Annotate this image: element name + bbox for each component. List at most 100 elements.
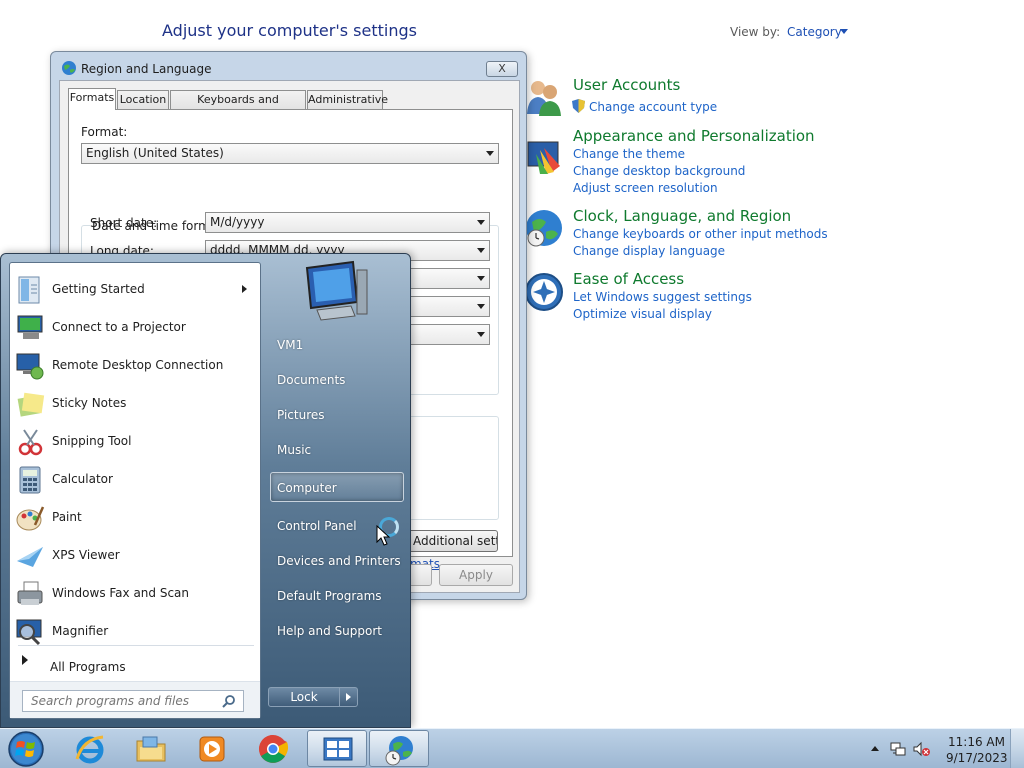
link-let-windows-suggest[interactable]: Let Windows suggest settings xyxy=(573,290,752,304)
user-accounts-icon[interactable] xyxy=(524,76,564,116)
chevron-down-icon xyxy=(477,248,485,253)
category-ease-of-access[interactable]: Ease of Access xyxy=(573,270,684,288)
link-change-display-language[interactable]: Change display language xyxy=(573,244,725,258)
start-item-help-support[interactable]: Help and Support xyxy=(277,624,382,638)
close-button[interactable]: X xyxy=(486,61,518,77)
apply-button[interactable]: Apply xyxy=(439,564,513,586)
taskbar-internet-explorer[interactable] xyxy=(60,730,120,767)
start-menu: Getting Started Connect to a Projector R… xyxy=(0,253,411,728)
region-globe-icon xyxy=(385,736,413,766)
program-label: Windows Fax and Scan xyxy=(52,586,190,600)
all-programs-button[interactable]: All Programs xyxy=(50,660,126,674)
tab-location[interactable]: Location xyxy=(117,90,169,109)
program-label: Remote Desktop Connection xyxy=(52,358,224,372)
all-programs-arrow-icon[interactable] xyxy=(22,655,28,665)
shutdown-options-button[interactable] xyxy=(340,687,358,707)
calculator-icon xyxy=(19,466,41,494)
xps-viewer-icon xyxy=(17,547,43,567)
lock-button[interactable]: Lock xyxy=(268,687,340,707)
program-label: Sticky Notes xyxy=(52,396,127,410)
globe-icon xyxy=(62,61,76,75)
control-panel-icon xyxy=(323,737,353,761)
program-fax-scan[interactable]: Windows Fax and Scan xyxy=(10,575,260,613)
media-player-icon xyxy=(199,736,225,762)
view-by-chevron-icon[interactable] xyxy=(840,29,848,34)
appearance-icon[interactable] xyxy=(524,136,564,176)
show-desktop-button[interactable] xyxy=(1010,729,1024,768)
program-label: Magnifier xyxy=(52,624,109,638)
submenu-arrow-icon xyxy=(242,285,247,293)
network-icon[interactable] xyxy=(890,741,906,757)
program-getting-started[interactable]: Getting Started xyxy=(10,271,260,309)
ease-of-access-icon[interactable] xyxy=(524,272,564,312)
clock-time[interactable]: 11:16 AM xyxy=(948,735,1005,749)
show-hidden-icons-arrow-icon[interactable] xyxy=(871,746,879,751)
program-connect-projector[interactable]: Connect to a Projector xyxy=(10,309,260,347)
program-label: Snipping Tool xyxy=(52,434,132,448)
taskbar-media-player[interactable] xyxy=(182,730,242,767)
mouse-pointer-icon xyxy=(376,525,390,546)
program-sticky-notes[interactable]: Sticky Notes xyxy=(10,385,260,423)
program-snipping-tool[interactable]: Snipping Tool xyxy=(10,423,260,461)
category-user-accounts[interactable]: User Accounts xyxy=(573,76,680,94)
clock-date[interactable]: 9/17/2023 xyxy=(946,751,1008,765)
dialog-title: Region and Language xyxy=(81,62,212,76)
clock-language-region-icon[interactable] xyxy=(524,208,564,248)
start-item-control-panel[interactable]: Control Panel xyxy=(277,519,357,533)
internet-explorer-icon xyxy=(75,735,104,764)
tab-administrative[interactable]: Administrative xyxy=(307,90,388,109)
projector-icon xyxy=(17,315,43,339)
view-by-dropdown[interactable]: Category xyxy=(787,25,842,39)
start-item-default-programs[interactable]: Default Programs xyxy=(277,589,382,603)
taskbar: 11:16 AM 9/17/2023 xyxy=(0,728,1024,768)
start-menu-programs-pane: Getting Started Connect to a Projector R… xyxy=(9,262,261,719)
divider xyxy=(18,645,254,646)
magnifier-icon xyxy=(16,619,42,646)
taskbar-windows-explorer[interactable] xyxy=(121,730,181,767)
short-date-dropdown[interactable]: M/d/yyyy xyxy=(205,212,490,233)
start-item-computer[interactable]: Computer xyxy=(277,481,337,495)
start-item-music[interactable]: Music xyxy=(277,443,311,457)
start-item-documents[interactable]: Documents xyxy=(277,373,345,387)
chrome-icon xyxy=(259,735,289,763)
program-label: Paint xyxy=(52,510,82,524)
user-picture-computer-icon xyxy=(305,260,368,321)
start-item-devices-printers[interactable]: Devices and Printers xyxy=(277,554,401,568)
start-item-user-folder[interactable]: VM1 xyxy=(277,338,303,352)
tab-keyboards-languages[interactable]: Keyboards and Languages xyxy=(170,90,306,123)
control-panel-heading: Adjust your computer's settings xyxy=(162,21,417,40)
link-change-account-type[interactable]: Change account type xyxy=(589,100,717,114)
program-label: XPS Viewer xyxy=(52,548,120,562)
program-calculator[interactable]: Calculator xyxy=(10,461,260,499)
format-dropdown[interactable]: English (United States) xyxy=(81,143,499,164)
search-input[interactable] xyxy=(22,690,244,712)
link-adjust-screen-resolution[interactable]: Adjust screen resolution xyxy=(573,181,718,195)
remote-desktop-icon xyxy=(16,353,44,380)
link-change-desktop-background[interactable]: Change desktop background xyxy=(573,164,745,178)
taskbar-chrome[interactable] xyxy=(243,730,303,767)
link-change-theme[interactable]: Change the theme xyxy=(573,147,685,161)
uac-shield-icon xyxy=(572,99,585,113)
taskbar-control-panel[interactable] xyxy=(307,730,367,767)
tab-formats[interactable]: Formats xyxy=(68,88,116,110)
start-button-windows-icon[interactable] xyxy=(6,730,46,768)
category-clock-language-region[interactable]: Clock, Language, and Region xyxy=(573,207,791,225)
taskbar-region-language[interactable] xyxy=(369,730,429,767)
volume-muted-icon[interactable] xyxy=(912,741,930,757)
short-date-label: Short date: xyxy=(90,216,158,230)
sticky-notes-icon xyxy=(17,392,45,417)
link-optimize-visual-display[interactable]: Optimize visual display xyxy=(573,307,712,321)
view-by-label: View by: xyxy=(730,25,781,39)
link-change-keyboards[interactable]: Change keyboards or other input methods xyxy=(573,227,828,241)
format-label: Format: xyxy=(81,125,128,139)
category-appearance[interactable]: Appearance and Personalization xyxy=(573,127,815,145)
program-xps-viewer[interactable]: XPS Viewer xyxy=(10,537,260,575)
program-remote-desktop[interactable]: Remote Desktop Connection xyxy=(10,347,260,385)
chevron-down-icon xyxy=(477,304,485,309)
chevron-down-icon xyxy=(477,332,485,337)
search-icon[interactable] xyxy=(222,694,236,708)
program-paint[interactable]: Paint xyxy=(10,499,260,537)
start-item-pictures[interactable]: Pictures xyxy=(277,408,325,422)
additional-settings-button[interactable]: Additional settings... xyxy=(398,530,498,552)
format-value: English (United States) xyxy=(86,146,224,160)
